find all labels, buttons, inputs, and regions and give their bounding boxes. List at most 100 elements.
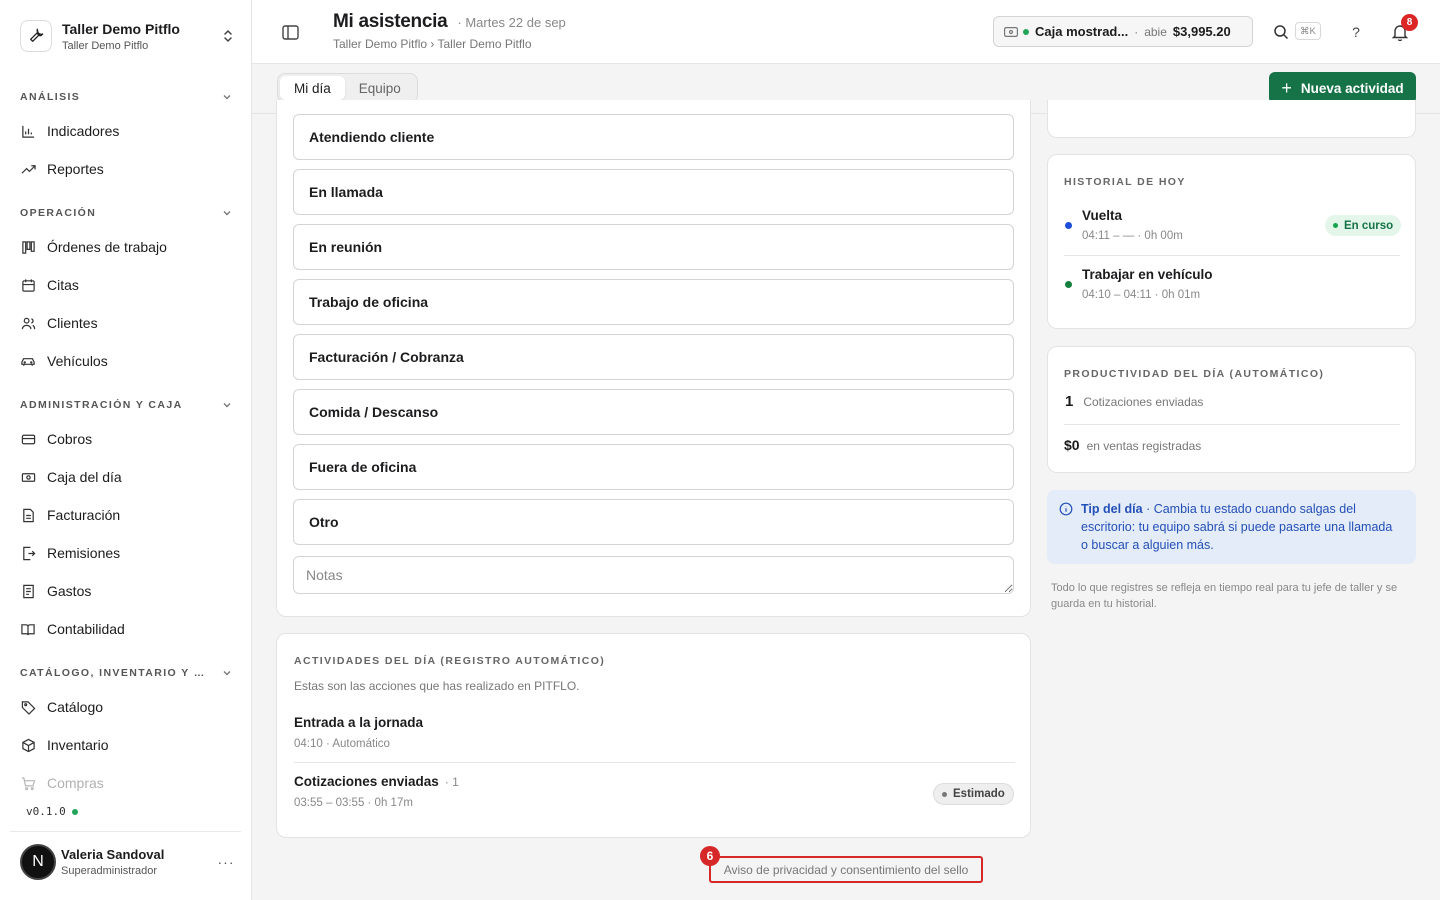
user-role: Superadministrador bbox=[61, 865, 157, 877]
divider bbox=[1064, 424, 1400, 425]
status-dot bbox=[1023, 28, 1029, 35]
chevron-down-icon bbox=[223, 95, 231, 100]
history-card: HISTORIAL DE HOY Vuelta 04:11 – — · 0h 0… bbox=[1047, 154, 1416, 329]
section-analisis[interactable]: ANÁLISIS bbox=[20, 88, 232, 106]
users-icon bbox=[20, 315, 36, 331]
more-icon[interactable]: ··· bbox=[216, 852, 236, 872]
wrench-icon bbox=[20, 20, 52, 52]
cash-icon bbox=[1004, 26, 1018, 37]
status-option-reunion[interactable]: En reunión bbox=[293, 224, 1014, 270]
tab-mi-dia[interactable]: Mi día bbox=[280, 76, 345, 100]
cash-icon bbox=[20, 469, 36, 485]
sidebar-item-citas[interactable]: Citas bbox=[20, 270, 232, 300]
sidebar-item-label: Clientes bbox=[47, 315, 98, 331]
user-name: Valeria Sandoval bbox=[61, 847, 165, 862]
chevron-down-icon bbox=[223, 671, 231, 676]
workspace-name: Taller Demo Pitflo bbox=[62, 20, 180, 37]
section-label: ADMINISTRACIÓN Y CAJA bbox=[20, 399, 183, 411]
cash-separator: · bbox=[1134, 24, 1139, 39]
cash-status: abie bbox=[1144, 24, 1167, 39]
sidebar-item-label: Catálogo bbox=[47, 699, 104, 715]
version-label: v0.1.0 bbox=[26, 805, 78, 818]
cash-name: Caja mostrad... bbox=[1035, 24, 1129, 39]
sidebar-item-label: Compras bbox=[47, 775, 104, 791]
sidebar-item-facturacion[interactable]: Facturación bbox=[20, 500, 232, 530]
sidebar-item-caja[interactable]: Caja del día bbox=[20, 462, 232, 492]
history-item-meta: 04:11 – — · 0h 00m bbox=[1082, 230, 1183, 242]
help-icon[interactable]: ? bbox=[1346, 22, 1366, 42]
divider bbox=[1064, 255, 1400, 256]
tab-equipo[interactable]: Equipo bbox=[345, 76, 415, 100]
status-option-fuera[interactable]: Fuera de oficina bbox=[293, 444, 1014, 490]
sidebar-item-contabilidad[interactable]: Contabilidad bbox=[20, 614, 232, 644]
sidebar-item-remisiones[interactable]: Remisiones bbox=[20, 538, 232, 568]
status-option-comida[interactable]: Comida / Descanso bbox=[293, 389, 1014, 435]
status-option-otro[interactable]: Otro bbox=[293, 499, 1014, 545]
tip-banner: Tip del día · Cambia tu estado cuando sa… bbox=[1047, 490, 1416, 564]
sidebar-item-catalogo[interactable]: Catálogo bbox=[20, 692, 232, 722]
summary-card bbox=[1047, 100, 1416, 138]
productivity-card: PRODUCTIVIDAD DEL DÍA (AUTOMÁTICO) 1 Cot… bbox=[1047, 346, 1416, 473]
user-profile[interactable]: N Valeria Sandoval Superadministrador ··… bbox=[20, 843, 236, 881]
section-label: CATÁLOGO, INVENTARIO Y CO... bbox=[20, 667, 210, 679]
sidebar-item-indicadores[interactable]: Indicadores bbox=[20, 116, 232, 146]
sidebar-item-gastos[interactable]: Gastos bbox=[20, 576, 232, 606]
sidebar-item-label: Inventario bbox=[47, 737, 109, 753]
file-text-icon bbox=[20, 507, 36, 523]
sidebar-item-vehiculos[interactable]: Vehículos bbox=[20, 346, 232, 376]
history-item-title: Vuelta bbox=[1082, 208, 1123, 223]
sidebar-item-inventario[interactable]: Inventario bbox=[20, 730, 232, 760]
info-icon bbox=[1059, 502, 1073, 516]
sidebar-item-label: Vehículos bbox=[47, 353, 108, 369]
tab-group: Mi día Equipo bbox=[277, 73, 418, 103]
productivity-title: PRODUCTIVIDAD DEL DÍA (AUTOMÁTICO) bbox=[1064, 368, 1325, 380]
badge-label: En curso bbox=[1344, 219, 1394, 232]
sidebar-item-compras[interactable]: Compras bbox=[20, 768, 232, 798]
sidebar-item-cobros[interactable]: Cobros bbox=[20, 424, 232, 454]
notification-badge: 8 bbox=[1401, 14, 1418, 31]
list-item: Cotizaciones enviadas · 1 bbox=[294, 774, 459, 789]
credit-card-icon bbox=[20, 431, 36, 447]
section-label: OPERACIÓN bbox=[20, 207, 97, 219]
avatar: N bbox=[20, 844, 56, 880]
new-activity-label: Nueva actividad bbox=[1300, 80, 1404, 96]
sidebar-item-clientes[interactable]: Clientes bbox=[20, 308, 232, 338]
status-dot bbox=[942, 791, 947, 797]
tip-label: Tip del día bbox=[1081, 502, 1143, 516]
status-dot bbox=[1065, 222, 1072, 229]
sidebar: Taller Demo Pitflo Taller Demo Pitflo AN… bbox=[0, 0, 252, 900]
plus-icon: + bbox=[1281, 77, 1292, 98]
cash-amount: $3,995.20 bbox=[1172, 24, 1231, 39]
workspace-subtitle: Taller Demo Pitflo bbox=[62, 39, 149, 52]
tag-icon bbox=[20, 699, 36, 715]
cash-register-selector[interactable]: Caja mostrad... · abie $3,995.20 bbox=[993, 16, 1253, 47]
activity-meta: 04:10 · Automático bbox=[294, 738, 390, 750]
chevron-down-icon bbox=[223, 211, 231, 216]
sidebar-item-label: Contabilidad bbox=[47, 621, 125, 637]
page-title: Mi asistencia bbox=[333, 11, 448, 32]
section-catalogo[interactable]: CATÁLOGO, INVENTARIO Y CO... bbox=[20, 664, 232, 682]
notes-input[interactable] bbox=[293, 556, 1014, 594]
privacy-notice-link[interactable]: Aviso de privacidad y consentimiento del… bbox=[709, 856, 983, 883]
workspace-switcher[interactable]: Taller Demo Pitflo Taller Demo Pitflo bbox=[20, 16, 236, 56]
status-option-llamada[interactable]: En llamada bbox=[293, 169, 1014, 215]
sidebar-item-ordenes[interactable]: Órdenes de trabajo bbox=[20, 232, 232, 262]
divider bbox=[10, 831, 241, 832]
status-dot bbox=[1333, 223, 1338, 228]
section-operacion[interactable]: OPERACIÓN bbox=[20, 204, 232, 222]
section-administracion[interactable]: ADMINISTRACIÓN Y CAJA bbox=[20, 396, 232, 414]
status-option-oficina[interactable]: Trabajo de oficina bbox=[293, 279, 1014, 325]
sidebar-toggle-icon[interactable] bbox=[280, 22, 300, 42]
search-icon[interactable] bbox=[1271, 22, 1291, 42]
section-label: ANÁLISIS bbox=[20, 91, 81, 103]
version-text: v0.1.0 bbox=[26, 805, 66, 818]
status-option-atendiendo[interactable]: Atendiendo cliente bbox=[293, 114, 1014, 160]
chevron-up-down-icon[interactable] bbox=[220, 26, 236, 46]
history-item-meta: 04:10 – 04:11 · 0h 01m bbox=[1082, 289, 1201, 301]
sidebar-item-label: Gastos bbox=[47, 583, 92, 599]
history-title: HISTORIAL DE HOY bbox=[1064, 176, 1186, 188]
sidebar-item-reportes[interactable]: Reportes bbox=[20, 154, 232, 184]
chevron-down-icon bbox=[223, 403, 231, 408]
status-option-facturacion[interactable]: Facturación / Cobranza bbox=[293, 334, 1014, 380]
quotes-label: Cotizaciones enviadas bbox=[1083, 395, 1204, 409]
